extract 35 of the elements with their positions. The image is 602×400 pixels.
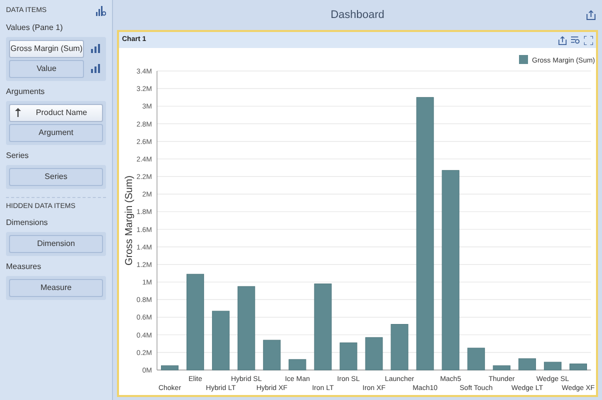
section-label: Series — [6, 150, 30, 162]
section-label: Measures — [6, 261, 42, 273]
maximize-icon[interactable] — [584, 36, 593, 44]
bar — [212, 310, 230, 370]
bar — [492, 365, 510, 370]
dashboard-title: Dashboard — [330, 8, 384, 23]
chart-settings-icon[interactable] — [96, 6, 106, 16]
section-label: Values (Pane 1) — [6, 22, 64, 34]
y-axis-title: Gross Margin (Sum) — [124, 176, 135, 266]
section-label: Arguments — [6, 86, 46, 98]
sort-arrow-icon — [15, 108, 21, 117]
bar — [340, 342, 358, 370]
chart-card[interactable] — [117, 30, 598, 397]
bar — [544, 362, 562, 370]
export-icon[interactable] — [586, 10, 596, 20]
placeholder-button[interactable]: Dimension — [9, 235, 103, 253]
bar — [390, 324, 408, 370]
placeholder-button[interactable]: Series — [9, 168, 103, 186]
bar-chart-icon[interactable] — [91, 44, 100, 53]
placeholder-button[interactable]: Value — [9, 60, 84, 78]
bar — [161, 365, 179, 370]
placeholder-button[interactable]: Measure — [9, 279, 103, 297]
export-icon[interactable] — [558, 36, 567, 44]
bar-chart-icon[interactable] — [91, 64, 100, 73]
bar — [288, 359, 306, 370]
bar — [263, 340, 281, 370]
data-item-button[interactable]: Gross Margin (Sum) — [9, 40, 84, 58]
bar — [518, 358, 536, 370]
data-item-button[interactable]: Product Name — [9, 104, 103, 122]
filter-list-icon[interactable] — [571, 36, 580, 44]
bar — [569, 364, 587, 370]
section-label: Dimensions — [6, 217, 49, 229]
bar — [365, 337, 383, 370]
bar — [467, 348, 485, 370]
placeholder-button[interactable]: Argument — [9, 124, 103, 142]
